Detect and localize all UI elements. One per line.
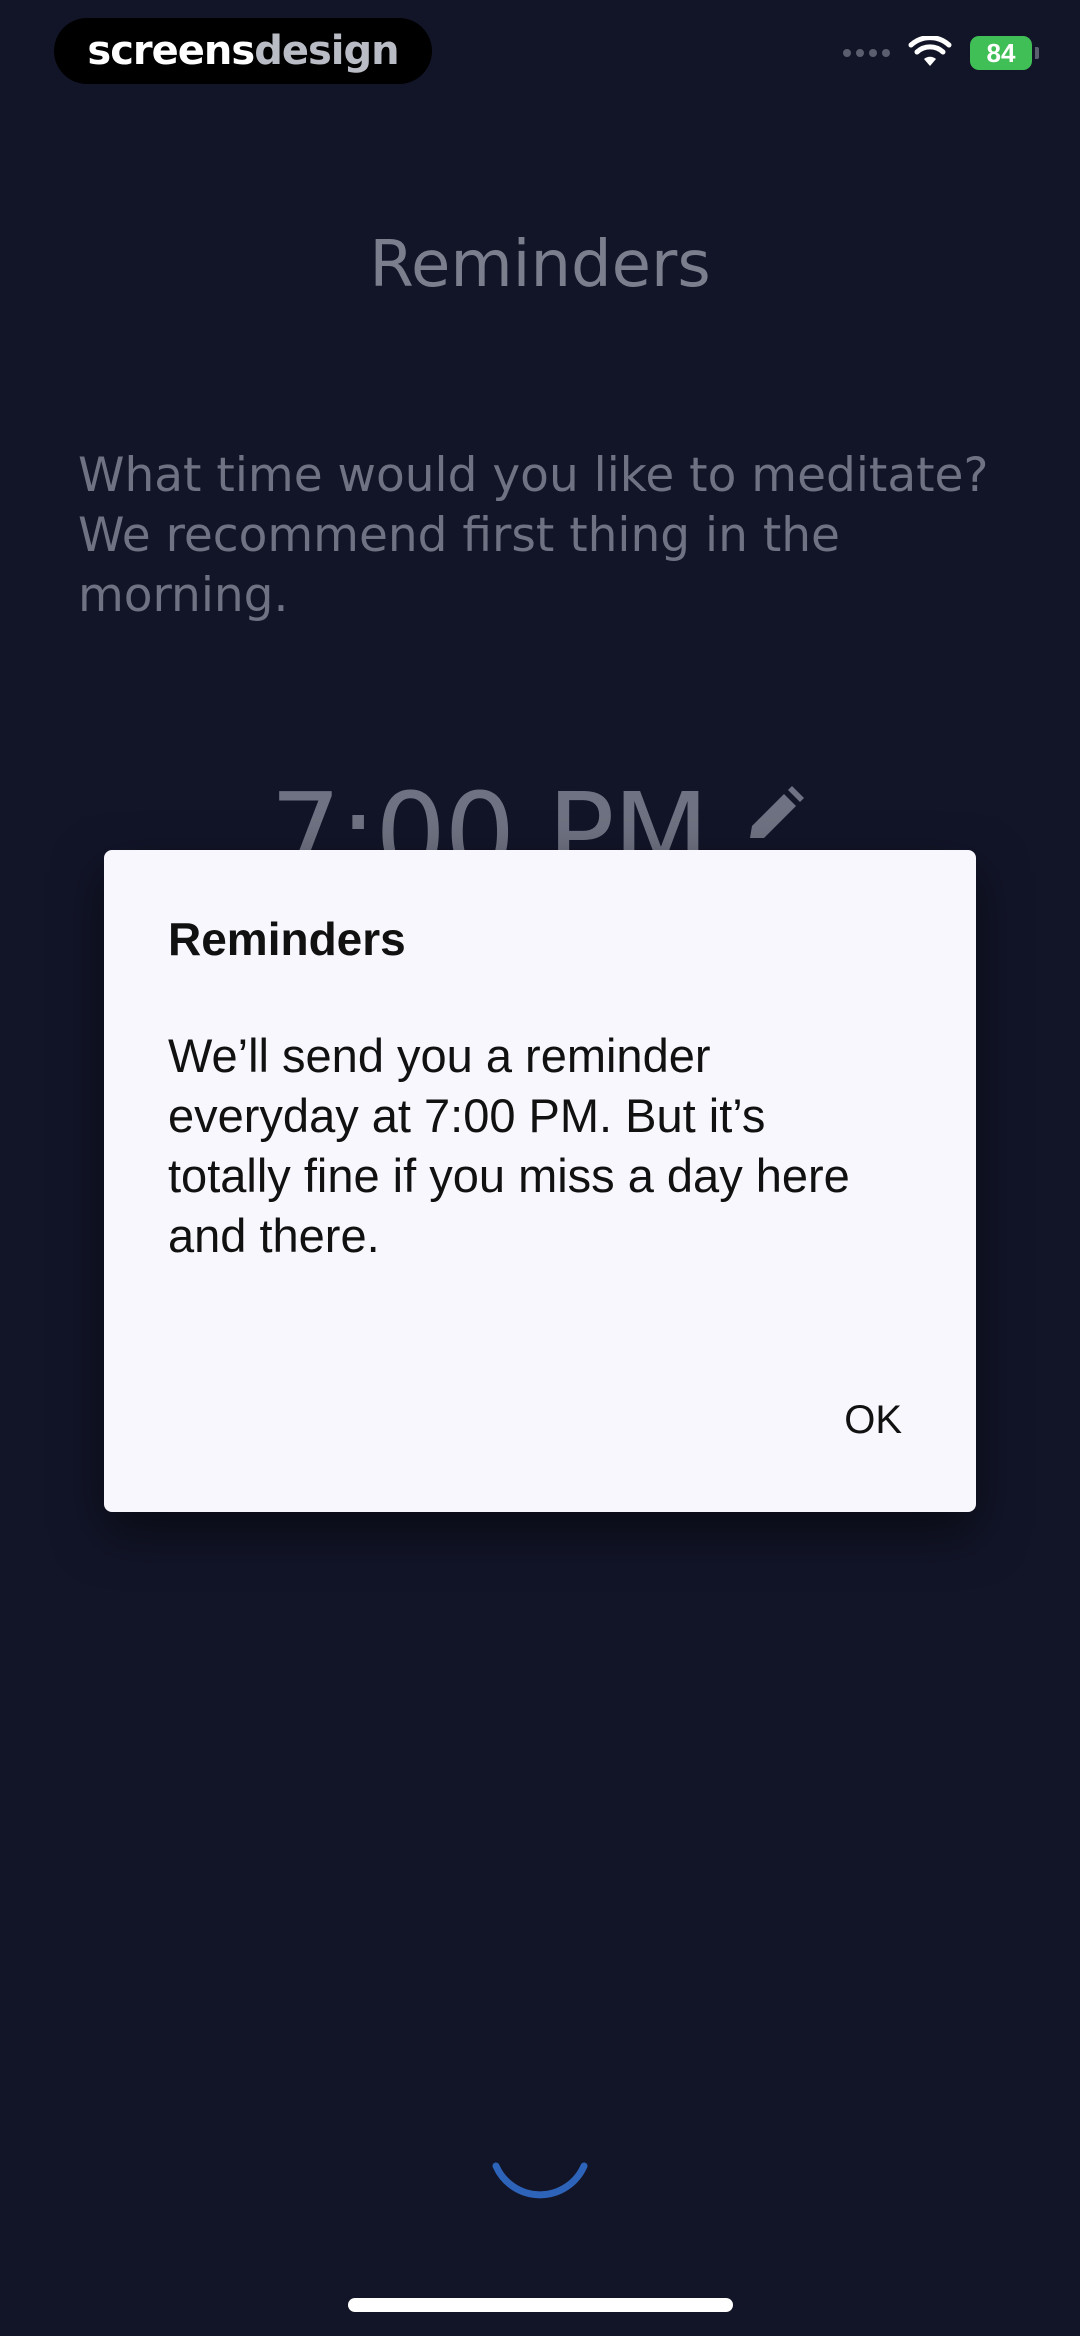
ok-button[interactable]: OK bbox=[832, 1390, 914, 1451]
page-description: What time would you like to meditate? We… bbox=[78, 448, 989, 623]
battery-icon: 84 bbox=[970, 36, 1039, 70]
edit-pencil-icon[interactable] bbox=[738, 782, 808, 852]
loading-spinner-icon bbox=[492, 2162, 588, 2199]
battery-level: 84 bbox=[986, 37, 1016, 68]
dialog-title: Reminders bbox=[168, 913, 406, 965]
wifi-icon bbox=[908, 36, 952, 66]
reminder-dialog: Reminders We’ll send you a reminder ever… bbox=[104, 850, 976, 1512]
home-indicator[interactable] bbox=[348, 2298, 733, 2312]
brand-text-secondary: design bbox=[254, 28, 399, 74]
dialog-message: We’ll send you a reminder everyday at 7:… bbox=[168, 1029, 850, 1262]
brand-text-primary: screens bbox=[87, 28, 255, 74]
status-indicators: 84 bbox=[843, 36, 1039, 70]
signal-icon bbox=[843, 49, 890, 57]
page-title: Reminders bbox=[369, 228, 711, 302]
brand-badge: screens design bbox=[54, 18, 432, 84]
